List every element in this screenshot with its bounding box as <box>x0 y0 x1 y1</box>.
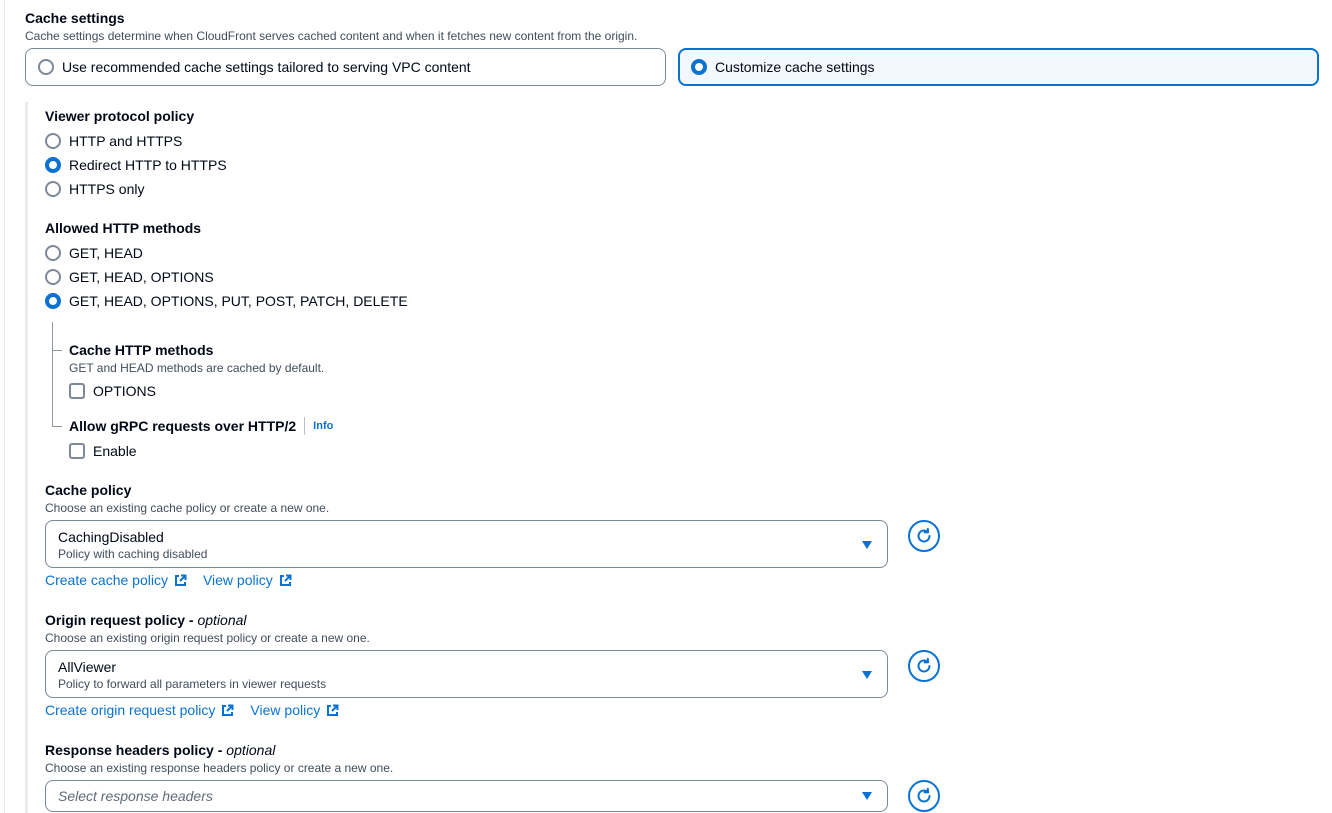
external-link-icon <box>327 704 339 716</box>
title-text: Origin request policy - <box>45 612 198 628</box>
tile-recommended-cache-label: Use recommended cache settings tailored … <box>62 59 471 75</box>
refresh-icon <box>917 657 931 673</box>
option-label: Redirect HTTP to HTTPS <box>69 157 227 173</box>
caret-down-icon <box>862 541 872 549</box>
expanded-section-bar <box>25 102 28 813</box>
cache-policy-selected-value: CachingDisabled <box>58 529 164 545</box>
radio-get-head[interactable] <box>45 245 61 261</box>
option-label: HTTP and HTTPS <box>69 133 183 149</box>
radio-customize-cache[interactable] <box>691 59 707 75</box>
link-text: View policy <box>250 702 321 718</box>
response-headers-policy-title: Response headers policy - optional <box>45 741 275 759</box>
cache-policy-select[interactable]: CachingDisabled Policy with caching disa… <box>45 520 888 568</box>
origin-request-policy-selected-value: AllViewer <box>58 659 117 675</box>
allowed-methods-option-all[interactable]: GET, HEAD, OPTIONS, PUT, POST, PATCH, DE… <box>45 292 408 310</box>
link-text: View policy <box>202 572 273 588</box>
caret-down-icon <box>862 792 872 800</box>
option-label: GET, HEAD, OPTIONS, PUT, POST, PATCH, DE… <box>69 293 408 309</box>
optional-tag: optional <box>226 742 276 758</box>
tile-recommended-cache[interactable]: Use recommended cache settings tailored … <box>25 48 666 86</box>
option-label: GET, HEAD, OPTIONS <box>69 269 214 285</box>
grpc-info-link[interactable]: Info <box>313 420 333 432</box>
external-link-icon <box>222 704 234 716</box>
origin-request-policy-links: Create origin request policy View policy <box>45 701 339 719</box>
create-origin-request-policy-link[interactable]: Create origin request policy <box>45 701 234 719</box>
cache-policy-refresh-button[interactable] <box>908 520 940 552</box>
viewer-protocol-option-http-https[interactable]: HTTP and HTTPS <box>45 132 182 150</box>
link-text: Create cache policy <box>45 572 168 588</box>
radio-recommended-cache[interactable] <box>38 59 54 75</box>
cache-http-methods-description: GET and HEAD methods are cached by defau… <box>69 361 325 375</box>
cache-policy-selected-description: Policy with caching disabled <box>58 547 208 561</box>
allowed-methods-option-get-head-options[interactable]: GET, HEAD, OPTIONS <box>45 268 214 286</box>
option-label: GET, HEAD <box>69 245 143 261</box>
radio-https-only[interactable] <box>45 181 61 197</box>
viewer-protocol-option-https-only[interactable]: HTTPS only <box>45 180 144 198</box>
tree-line-branch <box>52 350 62 351</box>
allowed-methods-option-get-head[interactable]: GET, HEAD <box>45 244 143 262</box>
options-checkbox-row[interactable]: OPTIONS <box>69 382 156 400</box>
radio-redirect-https[interactable] <box>45 157 61 173</box>
tree-line-vertical <box>52 322 53 427</box>
origin-request-policy-title: Origin request policy - optional <box>45 611 247 629</box>
refresh-icon <box>917 787 931 803</box>
origin-request-policy-selected-description: Policy to forward all parameters in view… <box>58 677 327 691</box>
divider <box>304 417 306 435</box>
radio-get-head-options[interactable] <box>45 269 61 285</box>
view-cache-policy-link[interactable]: View policy <box>203 571 292 589</box>
options-checkbox[interactable] <box>69 383 85 399</box>
option-label: HTTPS only <box>69 181 145 197</box>
grpc-enable-checkbox[interactable] <box>69 443 85 459</box>
grpc-header: Allow gRPC requests over HTTP/2 Info <box>69 417 333 435</box>
response-headers-placeholder: Select response headers <box>58 788 213 804</box>
grpc-enable-row[interactable]: Enable <box>69 442 137 460</box>
response-headers-policy-description: Choose an existing response headers poli… <box>45 761 394 775</box>
response-headers-policy-select[interactable]: Select response headers <box>45 780 888 812</box>
view-origin-request-policy-link[interactable]: View policy <box>250 701 339 719</box>
optional-tag: optional <box>197 612 247 628</box>
grpc-enable-label: Enable <box>93 443 137 459</box>
cache-policy-title: Cache policy <box>45 482 132 498</box>
tree-line-branch <box>52 426 62 427</box>
cache-policy-links: Create cache policy View policy <box>45 571 292 589</box>
viewer-protocol-option-redirect[interactable]: Redirect HTTP to HTTPS <box>45 156 227 174</box>
cache-settings-title: Cache settings <box>25 10 125 26</box>
grpc-title: Allow gRPC requests over HTTP/2 <box>69 418 297 434</box>
refresh-icon <box>917 527 931 543</box>
viewer-protocol-title: Viewer protocol policy <box>45 108 195 124</box>
allowed-methods-title: Allowed HTTP methods <box>45 220 202 236</box>
tile-customize-cache[interactable]: Customize cache settings <box>678 48 1319 86</box>
link-text: Create origin request policy <box>45 702 216 718</box>
origin-request-policy-description: Choose an existing origin request policy… <box>45 631 370 645</box>
caret-down-icon <box>862 671 872 679</box>
origin-request-policy-refresh-button[interactable] <box>908 650 940 682</box>
tile-customize-cache-label: Customize cache settings <box>715 59 875 75</box>
origin-request-policy-select[interactable]: AllViewer Policy to forward all paramete… <box>45 650 888 698</box>
radio-all-methods[interactable] <box>45 293 61 309</box>
radio-http-https[interactable] <box>45 133 61 149</box>
create-cache-policy-link[interactable]: Create cache policy <box>45 571 187 589</box>
cache-http-methods-title: Cache HTTP methods <box>69 342 214 358</box>
cache-settings-description: Cache settings determine when CloudFront… <box>25 29 638 43</box>
external-link-icon <box>279 574 292 586</box>
page-left-border <box>4 0 5 813</box>
title-text: Response headers policy - <box>45 742 227 758</box>
cache-policy-description: Choose an existing cache policy or creat… <box>45 501 330 515</box>
external-link-icon <box>174 574 187 586</box>
options-checkbox-label: OPTIONS <box>93 383 157 399</box>
response-headers-policy-refresh-button[interactable] <box>908 780 940 812</box>
